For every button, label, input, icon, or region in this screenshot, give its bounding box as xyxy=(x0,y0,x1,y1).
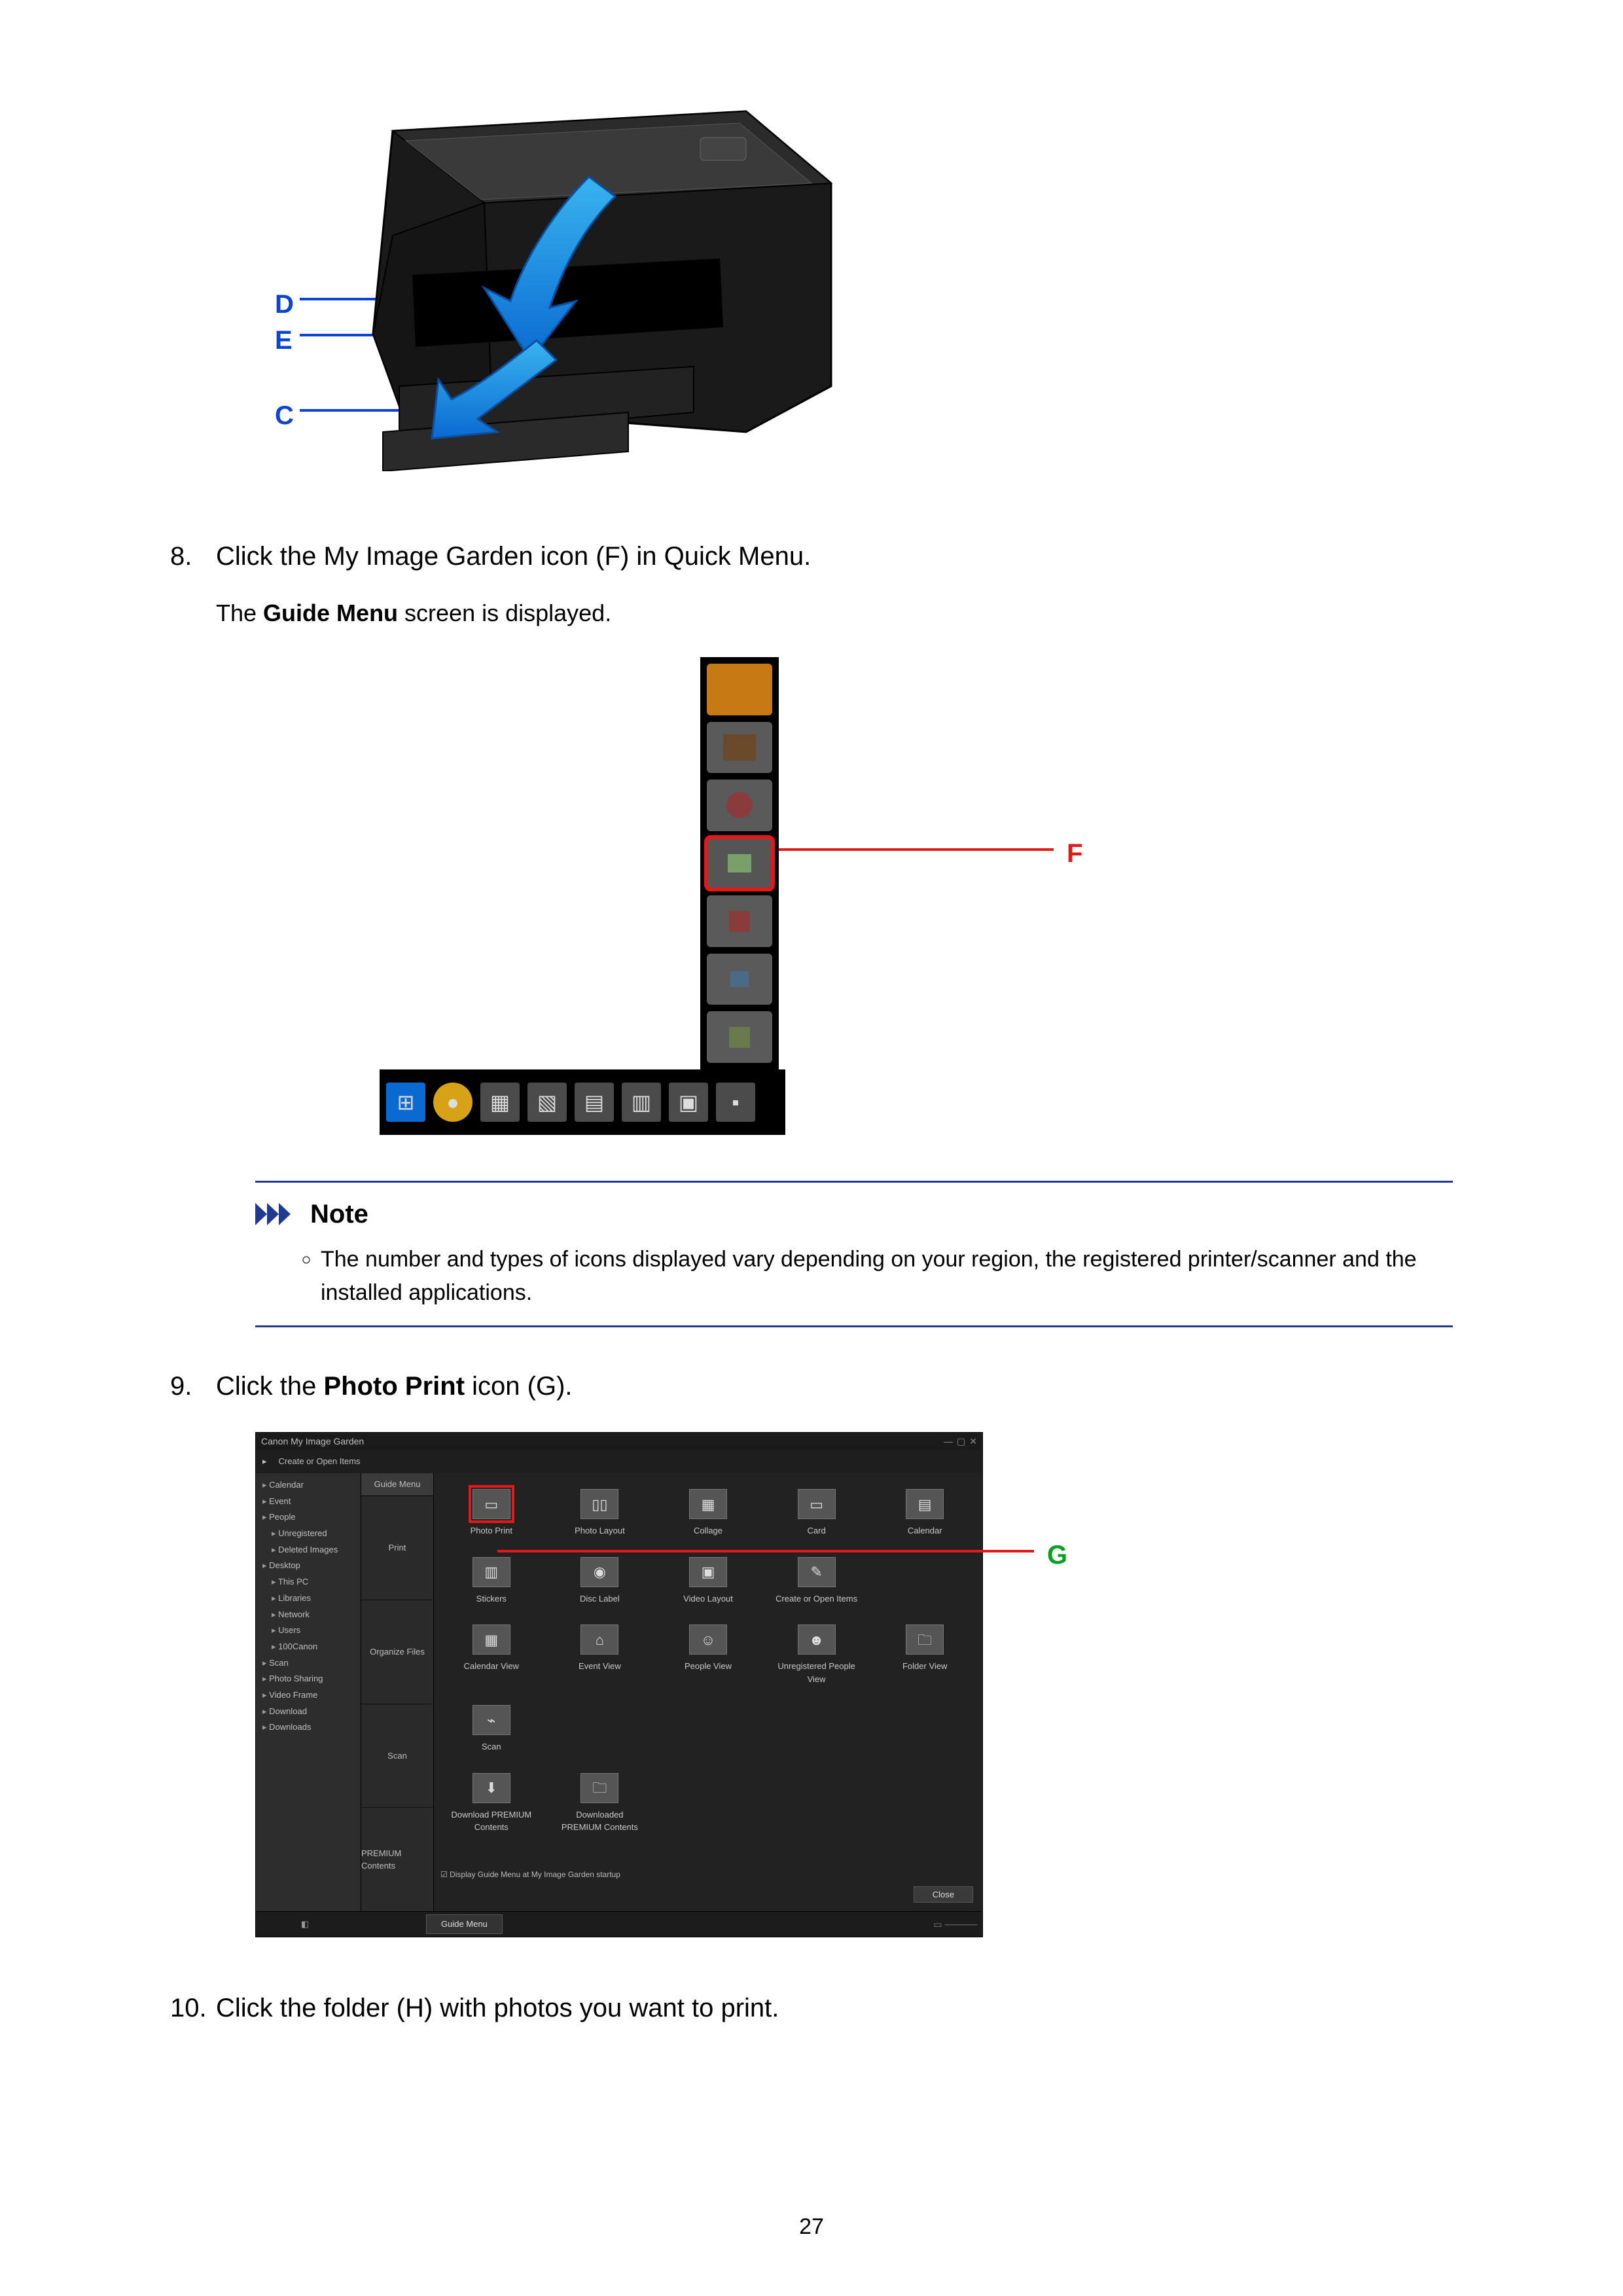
quickmenu-tile[interactable] xyxy=(707,1011,772,1063)
status-bar: ◧ Guide Menu ▭ ───── xyxy=(256,1911,982,1937)
sidebar-item[interactable]: People xyxy=(262,1509,361,1526)
quickmenu-tile[interactable] xyxy=(707,895,772,947)
step-9: 9. Click the Photo Print icon (G). Canon… xyxy=(170,1367,1453,1949)
note-list: The number and types of icons displayed … xyxy=(255,1243,1453,1310)
quickmenu-strip xyxy=(700,657,779,1069)
panel-section[interactable]: Print xyxy=(361,1496,433,1600)
close-button[interactable]: Close xyxy=(914,1886,973,1903)
sidebar-item[interactable]: Desktop xyxy=(262,1558,361,1574)
step-10: 10. Click the folder (H) with photos you… xyxy=(170,1988,1453,2028)
grid-item[interactable]: ⬇Download PREMIUM Contents xyxy=(447,1773,536,1834)
step-text: Click the Photo Print icon (G). xyxy=(216,1367,1453,1406)
page-number: 27 xyxy=(0,2210,1623,2244)
sidebar-item[interactable]: Event xyxy=(262,1494,361,1510)
callout-line-f xyxy=(779,848,1054,851)
step-8: 8. Click the My Image Garden icon (F) in… xyxy=(170,537,1453,1327)
note-box: Note The number and types of icons displ… xyxy=(255,1181,1453,1327)
sidebar-item[interactable]: This PC xyxy=(262,1574,361,1590)
grid-item[interactable]: ▤Calendar xyxy=(880,1489,969,1537)
callout-label-g: G xyxy=(1047,1535,1067,1575)
grid-item[interactable]: ▦Calendar View xyxy=(447,1624,536,1685)
taskbar-icon[interactable]: ▣ xyxy=(669,1083,708,1122)
document-page: D E C xyxy=(0,0,1623,2296)
callout-label-f: F xyxy=(1067,834,1082,873)
step-detail: The Guide Menu screen is displayed. xyxy=(216,596,1453,631)
sidebar-item[interactable]: Deleted Images xyxy=(262,1542,361,1558)
grid-item[interactable]: ⌂Event View xyxy=(556,1624,645,1685)
window-title: Canon My Image Garden xyxy=(261,1435,364,1448)
grid-item[interactable]: ▦Collage xyxy=(664,1489,753,1537)
sidebar-item[interactable]: Calendar xyxy=(262,1477,361,1494)
grid-item-photo-print[interactable]: ▭Photo Print xyxy=(447,1489,536,1537)
network-icon[interactable]: ● xyxy=(433,1083,473,1122)
sidebar-item[interactable]: Photo Sharing xyxy=(262,1671,361,1687)
minimize-icon[interactable]: — xyxy=(944,1436,953,1446)
step-number: 9. xyxy=(170,1367,192,1406)
window-titlebar: Canon My Image Garden — ▢ ✕ xyxy=(256,1433,982,1450)
startup-checkbox-label[interactable]: ☑ Display Guide Menu at My Image Garden … xyxy=(440,1869,620,1880)
panel-section[interactable]: Scan xyxy=(361,1704,433,1808)
grid-item[interactable]: 🗀Folder View xyxy=(880,1624,969,1685)
grid-item[interactable]: ▥Stickers xyxy=(447,1557,536,1605)
grid-item[interactable]: ☻Unregistered People View xyxy=(772,1624,861,1685)
sidebar: Calendar Event People Unregistered Delet… xyxy=(256,1473,361,1912)
grid-item[interactable]: ▣Video Layout xyxy=(664,1557,753,1605)
quickmenu-logo-tile[interactable] xyxy=(707,664,772,715)
sidebar-item[interactable]: Libraries xyxy=(262,1590,361,1607)
quickmenu-tile[interactable] xyxy=(707,722,772,774)
taskbar-icon[interactable]: ▪ xyxy=(716,1083,755,1122)
step-text: Click the My Image Garden icon (F) in Qu… xyxy=(216,537,1453,576)
sidebar-item[interactable]: Downloads xyxy=(262,1719,361,1736)
printer-illustration xyxy=(353,105,851,471)
panel-tab-guide-menu[interactable]: Guide Menu xyxy=(361,1473,433,1496)
step-number: 10. xyxy=(170,1988,207,2028)
taskbar-icon[interactable]: ▧ xyxy=(527,1083,567,1122)
quickmenu-tile[interactable] xyxy=(707,954,772,1005)
sidebar-item[interactable]: Network xyxy=(262,1607,361,1623)
category-panel: Guide Menu Print Organize Files Scan PRE… xyxy=(361,1473,434,1912)
image-garden-window: Canon My Image Garden — ▢ ✕ ▸ Create or Op… xyxy=(255,1432,983,1937)
printer-figure: D E C xyxy=(275,105,877,497)
image-garden-figure: Canon My Image Garden — ▢ ✕ ▸ Create or Op… xyxy=(255,1432,1113,1949)
grid-item[interactable]: ✎Create or Open Items xyxy=(772,1557,861,1605)
grid-item[interactable]: ▯▯Photo Layout xyxy=(556,1489,645,1537)
taskbar: ⊞ ● ▦ ▧ ▤ ▥ ▣ ▪ xyxy=(380,1069,785,1135)
quickmenu-tile[interactable] xyxy=(707,780,772,831)
step-number: 8. xyxy=(170,537,192,576)
sidebar-item[interactable]: Video Frame xyxy=(262,1687,361,1704)
printer-label-e: E xyxy=(275,321,293,360)
taskbar-icon[interactable]: ▤ xyxy=(575,1083,614,1122)
note-heading: Note xyxy=(255,1194,1453,1234)
sidebar-item[interactable]: Users xyxy=(262,1623,361,1639)
close-icon[interactable]: ✕ xyxy=(969,1436,977,1446)
grid-item[interactable]: ◉Disc Label xyxy=(556,1557,645,1605)
sidebar-item[interactable]: 100Canon xyxy=(262,1639,361,1655)
panel-section[interactable]: PREMIUM Contents xyxy=(361,1808,433,1912)
printer-label-d: D xyxy=(275,285,294,324)
grid-item[interactable]: ☺People View xyxy=(664,1624,753,1685)
printer-label-c: C xyxy=(275,396,294,435)
grid-item[interactable]: 🗀Downloaded PREMIUM Contents xyxy=(556,1773,645,1834)
step-text: Click the folder (H) with photos you wan… xyxy=(216,1988,1453,2028)
sidebar-item[interactable]: Download xyxy=(262,1704,361,1720)
taskbar-icon[interactable]: ▦ xyxy=(480,1083,520,1122)
window-menubar: ▸ Create or Open Items xyxy=(256,1450,982,1474)
sidebar-item[interactable]: Unregistered xyxy=(262,1526,361,1542)
maximize-icon[interactable]: ▢ xyxy=(957,1436,965,1446)
callout-line-g xyxy=(497,1550,1034,1552)
window-controls[interactable]: — ▢ ✕ xyxy=(940,1435,977,1448)
note-item: The number and types of icons displayed … xyxy=(321,1243,1453,1310)
start-icon[interactable]: ⊞ xyxy=(386,1083,425,1122)
grid-item[interactable]: ⌁Scan xyxy=(447,1705,536,1753)
grid-item[interactable]: ▭Card xyxy=(772,1489,861,1537)
quickmenu-my-image-garden-tile[interactable] xyxy=(707,838,772,889)
menu-item[interactable]: Create or Open Items xyxy=(279,1455,361,1468)
note-chevrons-icon xyxy=(255,1203,301,1225)
sidebar-item[interactable]: Scan xyxy=(262,1655,361,1672)
quickmenu-figure: ⊞ ● ▦ ▧ ▤ ▥ ▣ ▪ F xyxy=(380,657,1217,1135)
status-tab[interactable]: Guide Menu xyxy=(426,1914,503,1934)
guide-menu-main: ▭Photo Print ▯▯Photo Layout ▦Collage ▭Ca… xyxy=(434,1473,982,1912)
panel-section[interactable]: Organize Files xyxy=(361,1600,433,1704)
taskbar-icon[interactable]: ▥ xyxy=(622,1083,661,1122)
